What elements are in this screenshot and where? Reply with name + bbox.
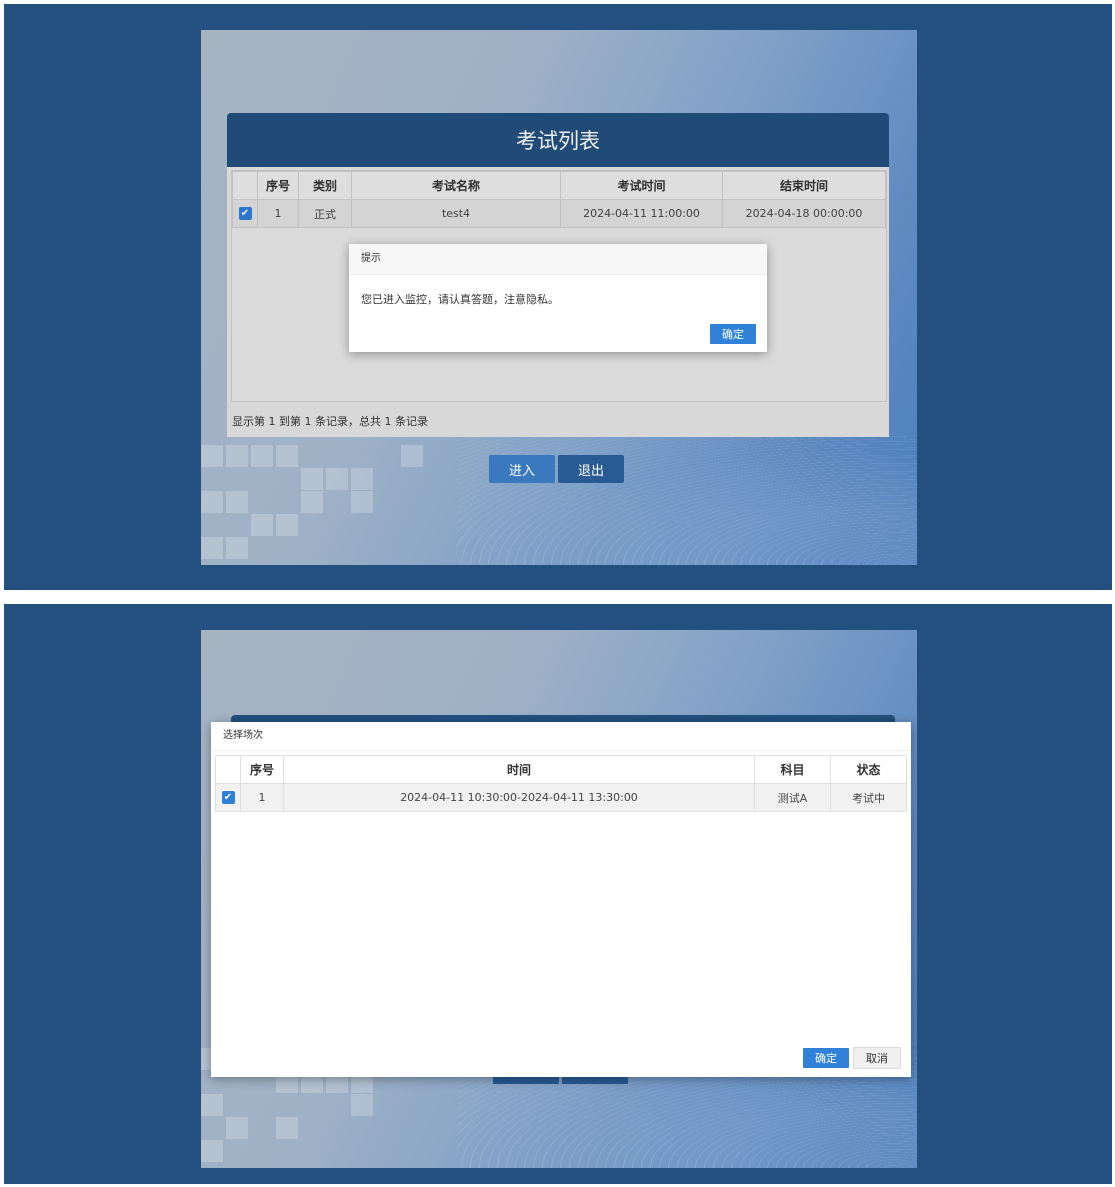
column-header-select (215, 755, 241, 784)
alert-ok-button[interactable]: 确定 (710, 324, 756, 344)
action-buttons: 进入 退出 (489, 455, 624, 483)
column-header-time[interactable]: 时间 (283, 755, 755, 784)
column-header-index[interactable]: 序号 (240, 755, 284, 784)
row-select-cell[interactable]: ✔ (215, 783, 241, 812)
cancel-button[interactable]: 取消 (853, 1047, 901, 1069)
cell-time: 2024-04-11 10:30:00-2024-04-11 13:30:00 (283, 783, 755, 812)
checkbox-checked-icon[interactable]: ✔ (221, 791, 235, 805)
alert-dialog: 提示 您已进入监控，请认真答题，注意隐私。 确定 (349, 244, 767, 352)
alert-title: 提示 (349, 244, 767, 275)
select-session-dialog: 选择场次 序号 时间 科目 状态 ✔ 1 2024-04-11 10:30:00… (211, 722, 911, 1077)
column-header-subject[interactable]: 科目 (754, 755, 831, 784)
column-header-status[interactable]: 状态 (830, 755, 907, 784)
table-header-row: 序号 时间 科目 状态 (215, 755, 907, 784)
session-table: 序号 时间 科目 状态 ✔ 1 2024-04-11 10:30:00-2024… (215, 755, 907, 812)
page-background: 选择场次 序号 时间 科目 状态 ✔ 1 2024-04-11 10:30:00… (201, 630, 917, 1168)
table-row[interactable]: ✔ 1 2024-04-11 10:30:00-2024-04-11 13:30… (215, 783, 907, 812)
confirm-button[interactable]: 确定 (803, 1048, 849, 1068)
cell-subject: 测试A (754, 783, 831, 812)
cell-index: 1 (240, 783, 284, 812)
dialog-title: 选择场次 (211, 722, 911, 751)
enter-button[interactable]: 进入 (489, 455, 555, 483)
exit-button[interactable]: 退出 (558, 455, 624, 483)
page-background: 考试列表 序号 类别 考试名称 考试时间 结束时间 ✔ 1 正式 test4 2… (201, 30, 917, 565)
alert-message: 您已进入监控，请认真答题，注意隐私。 (361, 293, 559, 306)
cell-status: 考试中 (830, 783, 907, 812)
screenshot-select-session: 选择场次 序号 时间 科目 状态 ✔ 1 2024-04-11 10:30:00… (4, 604, 1112, 1184)
screenshot-exam-list: 考试列表 序号 类别 考试名称 考试时间 结束时间 ✔ 1 正式 test4 2… (4, 4, 1112, 590)
